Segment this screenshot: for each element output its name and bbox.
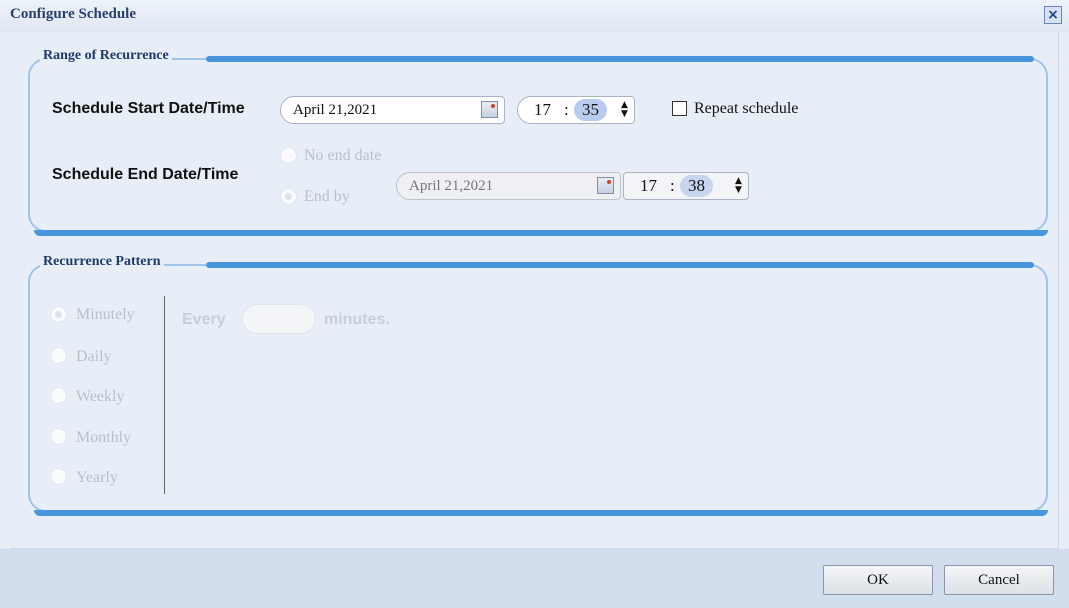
dialog-title: Configure Schedule (10, 6, 136, 22)
recurrence-pattern-legend: Recurrence Pattern (40, 254, 164, 270)
spinner-icon[interactable]: ▲ ▼ (735, 177, 743, 195)
start-time-input[interactable]: 17 : 35 ▲ ▼ (517, 96, 635, 124)
minutely-radio[interactable] (50, 306, 67, 323)
cancel-button[interactable]: Cancel (944, 565, 1054, 595)
weekly-label: Weekly (76, 388, 125, 405)
end-date-value: April 21,2021 (409, 178, 494, 194)
range-of-recurrence-group: Range of Recurrence Schedule Start Date/… (28, 48, 1048, 236)
schedule-end-label: Schedule End Date/Time (52, 166, 239, 183)
minutely-label: Minutely (76, 306, 135, 323)
end-by-label: End by (304, 188, 350, 205)
time-separator: : (670, 176, 675, 195)
title-bar: Configure Schedule × (0, 0, 1069, 32)
close-icon[interactable]: × (1044, 6, 1062, 24)
pattern-divider (164, 296, 165, 494)
end-date-input[interactable]: April 21,2021 (396, 172, 621, 200)
yearly-radio[interactable] (50, 468, 67, 485)
configure-schedule-dialog: Configure Schedule × Range of Recurrence… (0, 0, 1069, 608)
range-of-recurrence-legend: Range of Recurrence (40, 48, 172, 64)
repeat-schedule-label: Repeat schedule (694, 100, 799, 117)
schedule-start-label: Schedule Start Date/Time (52, 100, 245, 117)
minutes-unit-label: minutes. (324, 311, 390, 328)
end-time-input[interactable]: 17 : 38 ▲ ▼ (623, 172, 749, 200)
yearly-label: Yearly (76, 469, 118, 486)
every-interval-input[interactable] (242, 304, 316, 334)
end-minute[interactable]: 38 (680, 175, 713, 197)
monthly-radio[interactable] (50, 428, 67, 445)
no-end-date-label: No end date (304, 147, 382, 164)
time-separator: : (564, 100, 569, 119)
dialog-body: Range of Recurrence Schedule Start Date/… (10, 32, 1059, 549)
start-date-input[interactable]: April 21,2021 (280, 96, 505, 124)
daily-radio[interactable] (50, 347, 67, 364)
repeat-schedule-checkbox[interactable] (672, 101, 687, 116)
every-label: Every (182, 311, 226, 328)
start-date-value: April 21,2021 (293, 102, 378, 118)
end-hour[interactable]: 17 (640, 176, 657, 196)
start-hour[interactable]: 17 (534, 100, 551, 120)
start-minute[interactable]: 35 (574, 99, 607, 121)
end-by-radio[interactable] (280, 188, 297, 205)
calendar-icon[interactable] (597, 177, 614, 194)
ok-button[interactable]: OK (823, 565, 933, 595)
weekly-radio[interactable] (50, 387, 67, 404)
recurrence-pattern-group: Recurrence Pattern Minutely Daily Weekly… (28, 254, 1048, 516)
no-end-date-radio[interactable] (280, 147, 297, 164)
calendar-icon[interactable] (481, 101, 498, 118)
monthly-label: Monthly (76, 429, 132, 446)
spinner-icon[interactable]: ▲ ▼ (621, 101, 629, 119)
daily-label: Daily (76, 348, 112, 365)
